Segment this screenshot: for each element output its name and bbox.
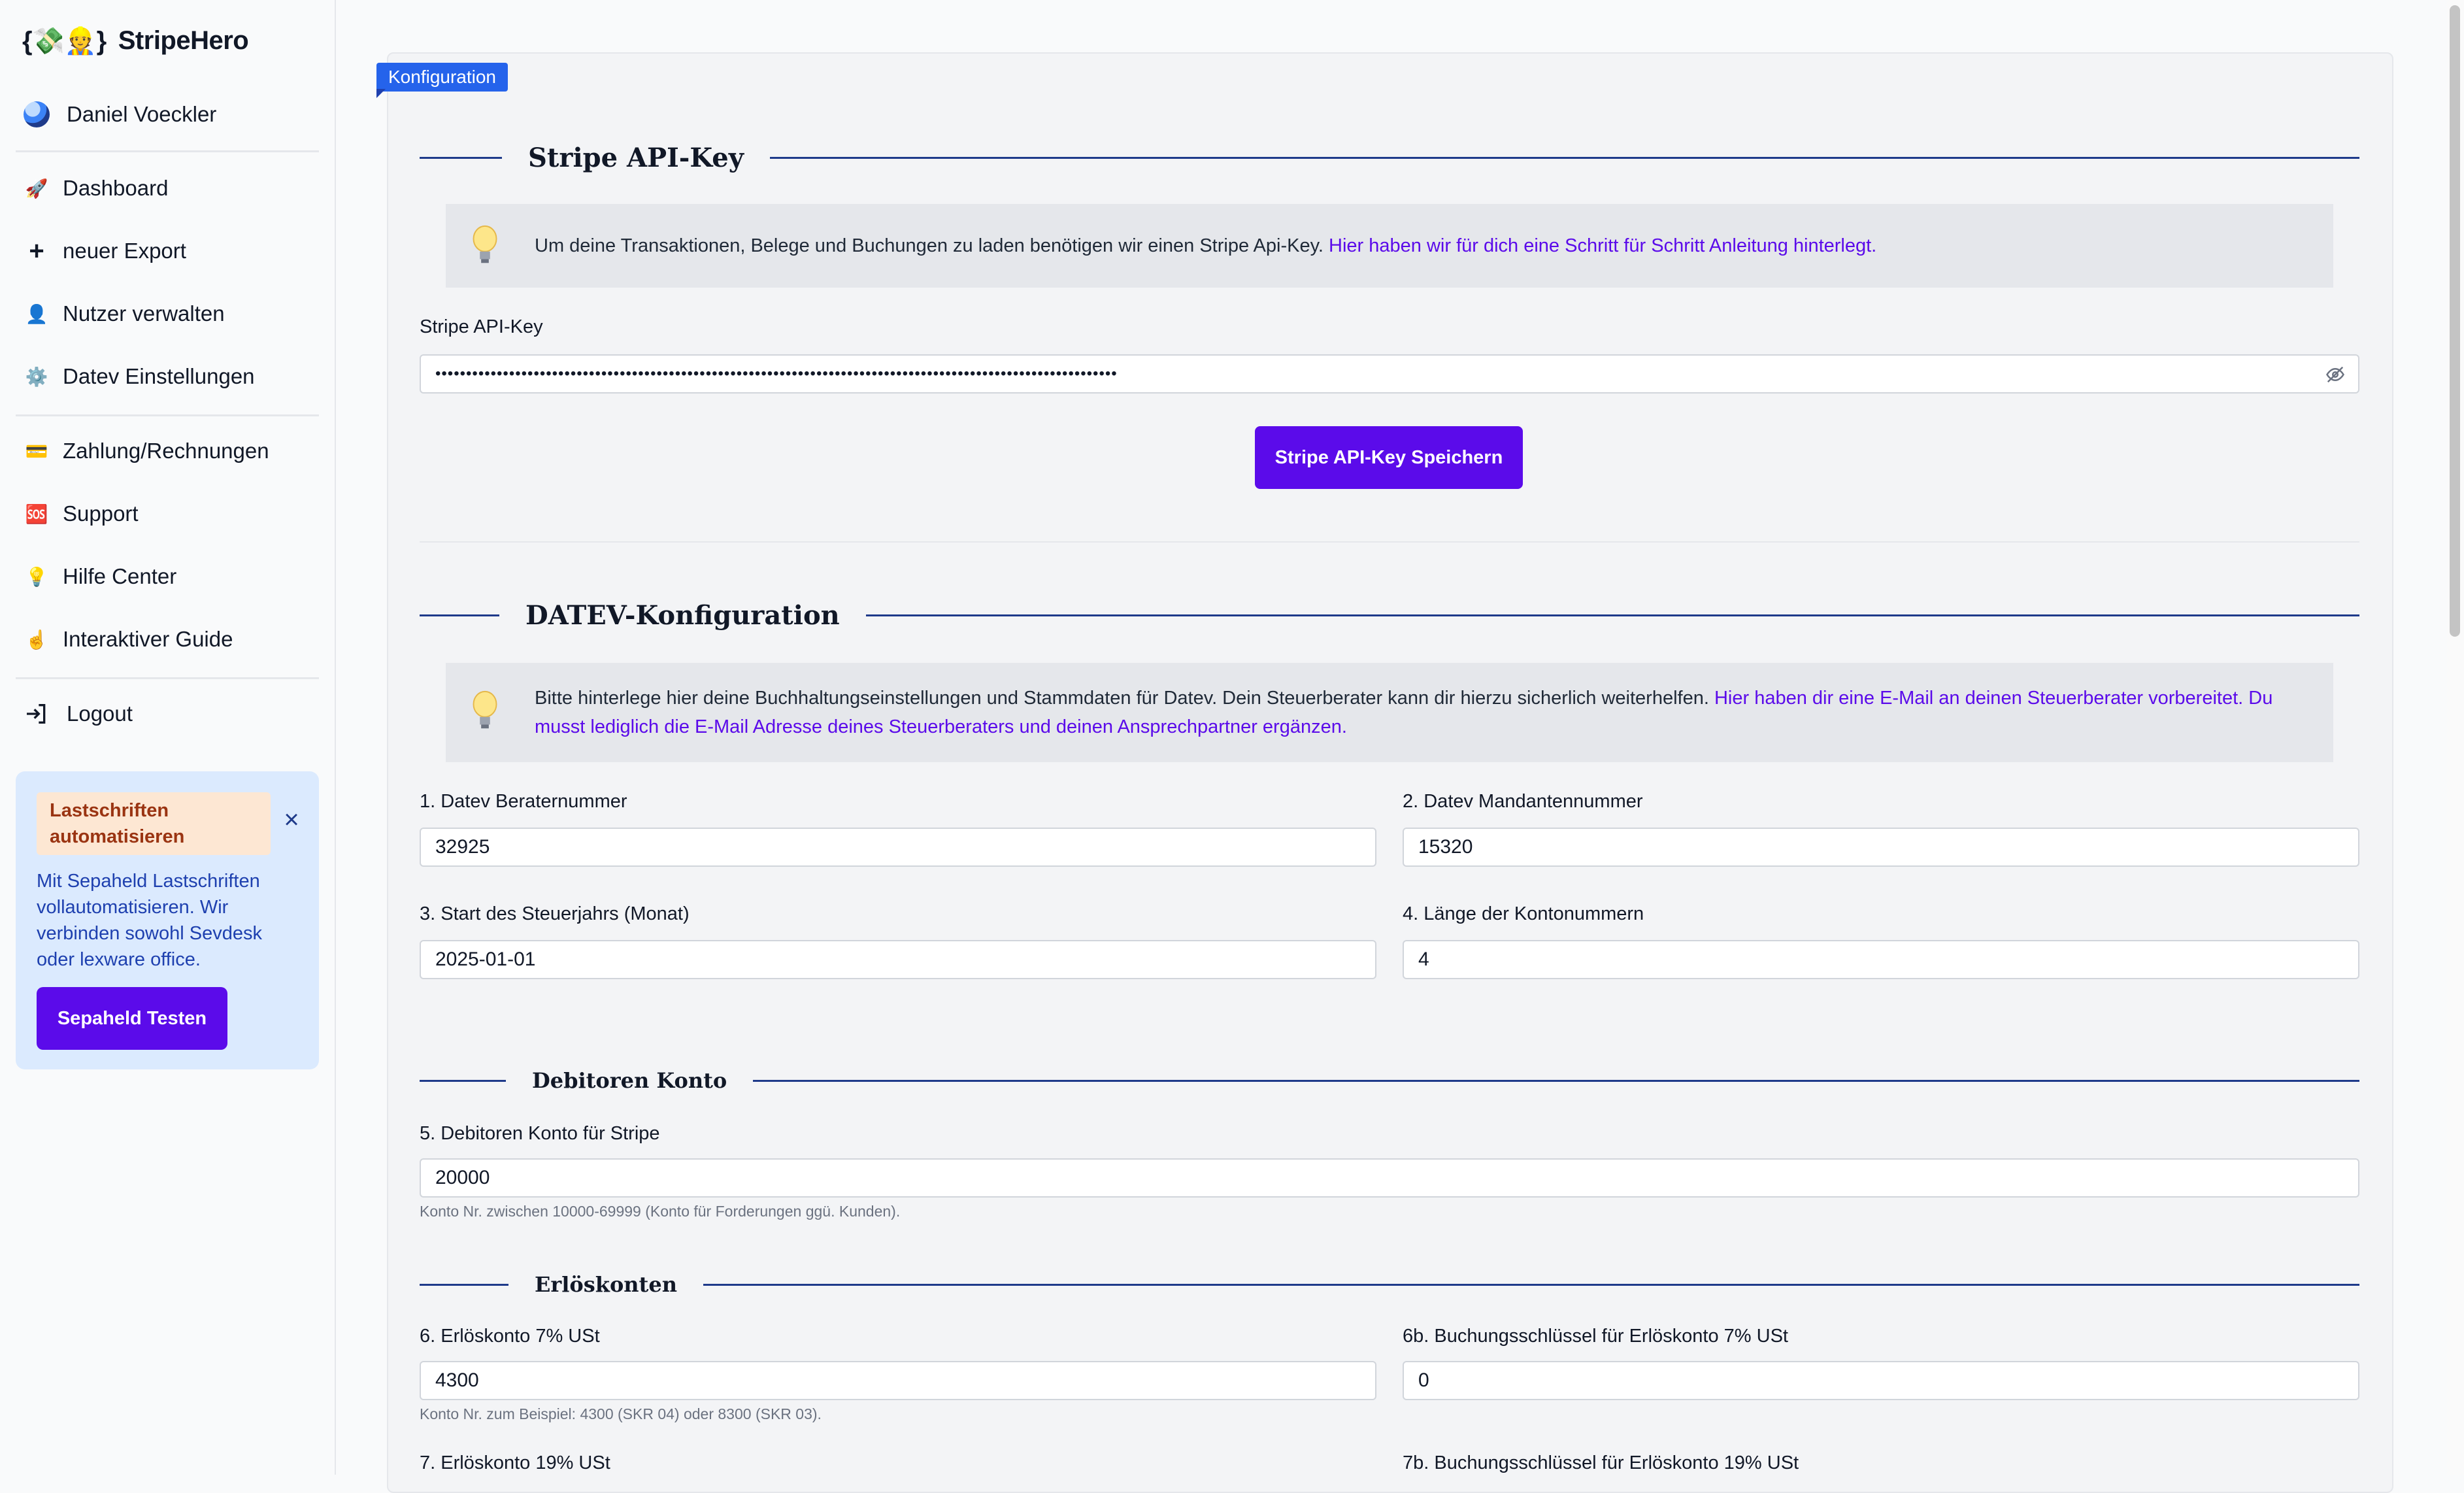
- app-name: StripeHero: [118, 25, 249, 55]
- sidebar-item-label: Interaktiver Guide: [63, 627, 233, 651]
- booking-key-7-input[interactable]: 0: [1403, 1361, 2359, 1400]
- stripe-key-label: Stripe API-Key: [420, 316, 543, 337]
- sidebar-item-datev-settings[interactable]: ⚙️ Datev Einstellungen: [24, 357, 255, 396]
- section-heading: Stripe API-Key: [528, 142, 744, 173]
- field-label: 6. Erlöskonto 7% USt: [420, 1326, 600, 1347]
- field-label: 4. Länge der Kontonummern: [1403, 903, 1644, 924]
- field-label: 3. Start des Steuerjahrs (Monat): [420, 903, 690, 924]
- debitoren-account-input[interactable]: 20000: [420, 1158, 2359, 1198]
- debitoren-section-title: Debitoren Konto: [420, 1065, 2359, 1096]
- masked-key: ••••••••••••••••••••••••••••••••••••••••…: [435, 365, 1118, 382]
- sidebar-item-guide[interactable]: ☝️ Interaktiver Guide: [24, 620, 233, 659]
- sidebar-item-help-center[interactable]: 💡 Hilfe Center: [24, 557, 177, 596]
- save-stripe-key-button[interactable]: Stripe API-Key Speichern: [1255, 426, 1523, 489]
- title-line: [703, 1283, 2359, 1286]
- pointing-finger-icon: ☝️: [25, 629, 48, 650]
- sidebar: {💸👷} StripeHero Daniel Voeckler 🚀 Dashbo…: [0, 0, 336, 1475]
- sidebar-item-label: Support: [63, 501, 139, 526]
- close-icon[interactable]: ×: [277, 805, 306, 834]
- lightbulb-icon: [473, 690, 497, 729]
- title-line: [769, 156, 2359, 159]
- info-text: Bitte hinterlege hier deine Buchhaltungs…: [535, 688, 1709, 709]
- sidebar-item-label: neuer Export: [63, 239, 186, 263]
- field-hint: Konto Nr. zwischen 10000-69999 (Konto fü…: [420, 1203, 901, 1220]
- user-name: Daniel Voeckler: [67, 102, 217, 126]
- title-line: [753, 1079, 2359, 1082]
- credit-card-icon: 💳: [25, 441, 48, 461]
- title-line: [420, 1079, 506, 1082]
- divider: [16, 677, 319, 679]
- sidebar-item-users[interactable]: 👤 Nutzer verwalten: [24, 294, 225, 333]
- info-text: Um deine Transaktionen, Belege und Buchu…: [535, 235, 1324, 256]
- section-heading: Debitoren Konto: [532, 1068, 727, 1093]
- field-label: 1. Datev Beraternummer: [420, 791, 627, 812]
- sidebar-item-label: Zahlung/Rechnungen: [63, 439, 269, 463]
- field-hint: Konto Nr. zum Beispiel: 4300 (SKR 04) od…: [420, 1405, 822, 1422]
- sidebar-item-label: Datev Einstellungen: [63, 364, 255, 388]
- divider: [16, 150, 319, 152]
- sidebar-item-dashboard[interactable]: 🚀 Dashboard: [24, 169, 169, 208]
- title-line: [420, 614, 499, 616]
- avatar: [24, 101, 50, 127]
- account-length-input[interactable]: 4: [1403, 940, 2359, 979]
- email-template-link[interactable]: musst lediglich die E-Mail Adresse deine…: [535, 716, 1347, 737]
- eye-off-icon[interactable]: [2325, 365, 2345, 390]
- title-line: [420, 1283, 508, 1286]
- logout-icon: [24, 701, 50, 727]
- sidebar-item-label: Logout: [67, 701, 133, 726]
- sidebar-item-logout[interactable]: Logout: [24, 694, 133, 733]
- promo-text: Mit Sepaheld Lastschriften vollautomatis…: [37, 871, 262, 970]
- title-line: [420, 156, 502, 159]
- lightbulb-icon: [473, 225, 497, 263]
- stripe-info-text: Um deine Transaktionen, Belege und Buchu…: [535, 231, 2307, 260]
- revenue-account-7-input[interactable]: 4300: [420, 1361, 1376, 1400]
- stripe-info-box: Um deine Transaktionen, Belege und Buchu…: [446, 204, 2333, 288]
- tax-year-start-input[interactable]: 2025-01-01: [420, 940, 1376, 979]
- erloes-section-title: Erlöskonten: [420, 1269, 2359, 1300]
- email-template-link[interactable]: Hier haben dir eine E-Mail an deinen Ste…: [1714, 688, 2273, 709]
- rocket-icon: 🚀: [25, 178, 48, 199]
- user-icon: 👤: [25, 303, 48, 324]
- sidebar-item-new-export[interactable]: + neuer Export: [24, 231, 186, 271]
- sepaheld-test-button[interactable]: Sepaheld Testen: [37, 987, 227, 1050]
- section-divider: [420, 541, 2359, 543]
- datev-mandant-input[interactable]: 15320: [1403, 828, 2359, 867]
- section-heading: Erlöskonten: [535, 1272, 677, 1297]
- lightbulb-icon: 💡: [25, 566, 48, 587]
- tag-notch: [376, 89, 386, 98]
- field-label: 2. Datev Mandantennummer: [1403, 791, 1643, 812]
- field-label: 5. Debitoren Konto für Stripe: [420, 1123, 660, 1144]
- datev-berater-input[interactable]: 32925: [420, 828, 1376, 867]
- sos-icon: 🆘: [25, 503, 48, 524]
- configuration-tag: Konfiguration: [376, 63, 508, 92]
- sidebar-item-label: Nutzer verwalten: [63, 301, 225, 326]
- stripe-guide-link[interactable]: Hier haben wir für dich eine Schritt für…: [1329, 235, 1876, 256]
- sidebar-item-support[interactable]: 🆘 Support: [24, 494, 139, 533]
- sidebar-item-label: Hilfe Center: [63, 564, 177, 588]
- stripe-section-title: Stripe API-Key: [420, 141, 2359, 174]
- datev-info-box: Bitte hinterlege hier deine Buchhaltungs…: [446, 663, 2333, 762]
- logo-glyphs: {💸👷}: [22, 26, 107, 56]
- field-label: 7b. Buchungsschlüssel für Erlöskonto 19%…: [1403, 1452, 1799, 1473]
- user-profile[interactable]: Daniel Voeckler: [24, 98, 216, 131]
- sidebar-item-label: Dashboard: [63, 176, 169, 200]
- datev-info-text: Bitte hinterlege hier deine Buchhaltungs…: [535, 684, 2307, 741]
- scrollbar-thumb[interactable]: [2450, 5, 2460, 637]
- promo-card: Lastschriften automatisieren × Mit Sepah…: [16, 771, 319, 1069]
- title-line: [865, 614, 2359, 616]
- gear-icon: ⚙️: [25, 366, 48, 387]
- sidebar-item-payments[interactable]: 💳 Zahlung/Rechnungen: [24, 431, 269, 471]
- field-label: 6b. Buchungsschlüssel für Erlöskonto 7% …: [1403, 1326, 1788, 1347]
- stripe-key-input[interactable]: ••••••••••••••••••••••••••••••••••••••••…: [420, 354, 2359, 394]
- field-label: 7. Erlöskonto 19% USt: [420, 1452, 610, 1473]
- app-logo[interactable]: {💸👷} StripeHero: [22, 21, 249, 60]
- section-heading: DATEV-Konfiguration: [525, 599, 840, 631]
- datev-section-title: DATEV-Konfiguration: [420, 599, 2359, 631]
- plus-icon: +: [29, 236, 44, 265]
- divider: [16, 414, 319, 416]
- promo-badge: Lastschriften automatisieren: [37, 792, 271, 855]
